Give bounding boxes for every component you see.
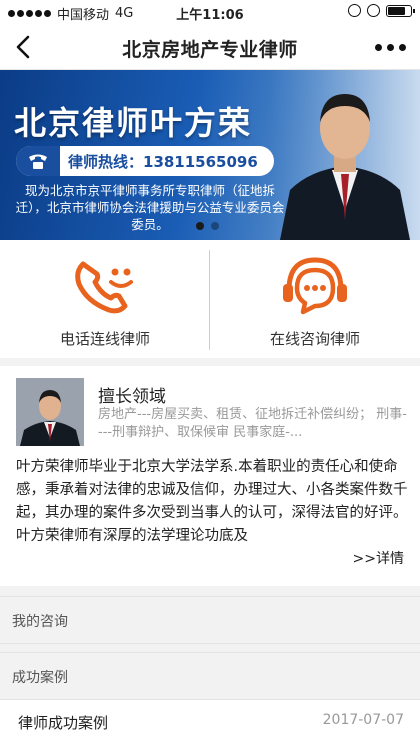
nav-bar: 北京房地产专业律师	[0, 24, 420, 70]
alarm-icon	[367, 4, 380, 17]
list-item[interactable]: 律师成功案例 2017-07-07	[0, 700, 420, 748]
call-lawyer-button[interactable]: 电话连线律师	[0, 240, 210, 358]
my-consult-section[interactable]: 我的咨询	[0, 596, 420, 644]
more-dots-icon[interactable]	[375, 44, 406, 51]
specialty-text: 房地产---房屋买卖、租赁、征地拆迁补偿纠纷； 刑事----刑事辩护、取保候审 …	[98, 407, 407, 440]
lawyer-profile-card: 擅长领域 房地产---房屋买卖、租赁、征地拆迁补偿纠纷； 刑事----刑事辩护、…	[0, 366, 420, 586]
banner-lawyer-name: 北京律师叶方荣	[14, 104, 253, 142]
rotation-lock-icon	[348, 4, 361, 17]
carousel-dot[interactable]	[211, 222, 219, 230]
chat-headset-icon	[283, 257, 347, 315]
case-title: 律师成功案例	[18, 714, 109, 732]
case-date: 2017-07-07	[322, 712, 404, 728]
phone-icon	[16, 146, 60, 176]
specialty-title: 擅长领域	[98, 387, 166, 407]
hotline-text: 律师热线：13811565096	[68, 152, 258, 171]
avatar[interactable]	[16, 378, 84, 446]
carousel-dot[interactable]	[196, 222, 204, 230]
banner-description: 现为北京市京平律师事务所专职律师（征地拆迁），北京市律师协会法律援助与公益专业委…	[15, 183, 285, 232]
success-cases-label: 成功案例	[12, 670, 68, 686]
call-lawyer-label: 电话连线律师	[59, 330, 150, 348]
status-bar: 中国移动 4G 上午11:06	[0, 0, 420, 24]
online-consult-button[interactable]: 在线咨询律师	[210, 240, 420, 358]
success-cases-section: 成功案例	[0, 652, 420, 700]
back-button[interactable]	[10, 32, 40, 62]
phone-smile-icon	[75, 261, 133, 314]
page-title: 北京房地产专业律师	[122, 39, 298, 61]
lawyer-bio: 叶方荣律师毕业于北京大学法学系.本着职业的责任心和使命感，秉承着对法律的忠诚及信…	[16, 459, 408, 544]
banner-carousel[interactable]: 北京律师叶方荣 律师热线：13811565096 现为北京市京平律师事务所专职律…	[0, 70, 420, 240]
details-link[interactable]: >>详情	[353, 548, 404, 568]
contact-actions: 电话连线律师 在线咨询律师	[0, 240, 420, 358]
my-consult-label: 我的咨询	[12, 614, 68, 630]
battery-icon	[386, 4, 415, 17]
online-consult-label: 在线咨询律师	[269, 330, 360, 348]
carousel-indicator	[196, 222, 219, 230]
hotline-pill[interactable]: 律师热线：13811565096	[16, 146, 274, 176]
lawyer-banner-photo	[270, 70, 420, 240]
chevron-left-icon	[16, 35, 30, 59]
